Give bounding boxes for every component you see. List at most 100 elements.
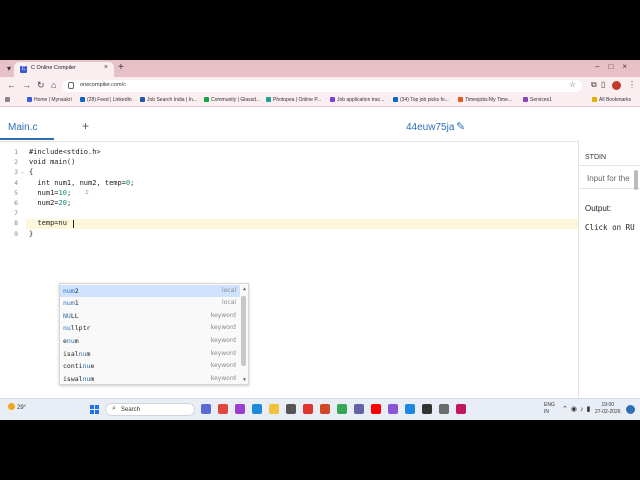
- suggestion-label: isalnum: [63, 350, 90, 358]
- search-label: Search: [121, 407, 141, 413]
- reload-icon[interactable]: ↻: [37, 80, 45, 91]
- bookmark-item[interactable]: Job Search India | In...: [140, 97, 197, 103]
- window-controls[interactable]: –□×: [595, 62, 636, 71]
- address-bar[interactable]: onecompiler.com/c ☆: [62, 80, 582, 92]
- stdin-input[interactable]: Input for the: [579, 165, 640, 189]
- code-line[interactable]: num2=20;: [29, 199, 71, 207]
- file-tab-main[interactable]: Main.c: [8, 122, 37, 133]
- suggestion-label: enum: [63, 337, 79, 345]
- line-number: 1: [14, 148, 18, 156]
- browser-icon[interactable]: [235, 404, 245, 414]
- tab-close-icon[interactable]: ×: [104, 64, 108, 71]
- extensions-icon[interactable]: ⧉: [591, 80, 597, 90]
- explorer-icon[interactable]: [269, 404, 279, 414]
- autocomplete-item[interactable]: isalnum keyword: [60, 348, 240, 361]
- app-icon[interactable]: [405, 404, 415, 414]
- weather-widget[interactable]: 29°: [8, 403, 26, 411]
- code-text: ;: [66, 188, 72, 197]
- language-indicator[interactable]: ENG IN: [544, 402, 555, 416]
- scroll-down-icon[interactable]: ▼: [243, 377, 246, 383]
- scroll-up-icon[interactable]: ▲: [243, 286, 246, 292]
- bookmark-star-icon[interactable]: ☆: [569, 80, 576, 89]
- browser-tab[interactable]: C C Online Compiler ×: [14, 62, 114, 77]
- new-tab-button[interactable]: +: [118, 62, 124, 73]
- autocomplete-item[interactable]: num2 local: [60, 284, 240, 297]
- terminal-icon[interactable]: [422, 404, 432, 414]
- code-line[interactable]: }: [29, 230, 33, 238]
- forward-icon[interactable]: →: [22, 80, 31, 90]
- active-line-highlight: [26, 219, 578, 229]
- suggestion-kind: keyword: [210, 362, 236, 370]
- bookmark-item[interactable]: Community | Glassd...: [204, 97, 260, 103]
- suggestion-label: num2: [63, 287, 79, 295]
- bookmark-item[interactable]: Timesjobs:My Time...: [458, 97, 512, 103]
- fold-icon[interactable]: ⌄: [21, 169, 24, 175]
- autocomplete-popup[interactable]: num2 local num1 local NULL keyword nullptr keyw…: [59, 283, 249, 385]
- all-bookmarks[interactable]: All Bookmarks: [592, 97, 631, 103]
- autocomplete-item[interactable]: continue keyword: [60, 360, 240, 373]
- spotify-icon[interactable]: [456, 404, 466, 414]
- edit-pencil-icon[interactable]: ✎: [456, 120, 465, 133]
- teams-icon[interactable]: [354, 404, 364, 414]
- chrome-alt-icon[interactable]: [337, 404, 347, 414]
- taskbar-search[interactable]: ⌕ Search: [105, 403, 195, 416]
- autocomplete-item[interactable]: enum keyword: [60, 335, 240, 348]
- photos-icon[interactable]: [388, 404, 398, 414]
- page-scrollbar[interactable]: [634, 170, 638, 190]
- system-tray-icons[interactable]: ⌃◉♪▮: [562, 405, 593, 413]
- suggestion-part: 1: [74, 299, 79, 308]
- youtube-icon[interactable]: [371, 404, 381, 414]
- site-info-icon[interactable]: [68, 82, 74, 89]
- widgets-icon[interactable]: [201, 404, 211, 414]
- code-line[interactable]: temp=nu: [29, 219, 67, 227]
- output-label: Output:: [585, 204, 612, 213]
- code-line[interactable]: {: [29, 168, 33, 176]
- autocomplete-item[interactable]: num1 local: [60, 297, 240, 310]
- add-file-button[interactable]: +: [82, 119, 89, 133]
- profile-avatar[interactable]: [612, 81, 621, 90]
- suggestion-part: iswal: [63, 374, 83, 383]
- code-line[interactable]: #include<stdio.h>: [29, 148, 101, 156]
- home-icon[interactable]: ⌂: [51, 80, 56, 90]
- bookmark-item[interactable]: Photopea | Online P...: [266, 97, 321, 103]
- office-icon[interactable]: [320, 404, 330, 414]
- store-icon[interactable]: [286, 404, 296, 414]
- line-number: 7: [14, 209, 18, 218]
- bookmark-item[interactable]: (34) Top job picks fo...: [393, 97, 449, 103]
- apps-icon[interactable]: [5, 97, 12, 103]
- bookmark-item[interactable]: Job application trac...: [330, 97, 384, 103]
- autocomplete-item[interactable]: NULL keyword: [60, 310, 240, 323]
- line-number-gutter: 1 2 3 4 5 6 7 8 9 ⌄: [0, 142, 26, 420]
- edge-icon[interactable]: [252, 404, 262, 414]
- code-line[interactable]: int num1, num2, temp=0;: [29, 179, 134, 187]
- settings-icon[interactable]: [439, 404, 449, 414]
- start-button[interactable]: [90, 405, 99, 414]
- screen: ▾ C C Online Compiler × + –□× ← → ↻ ⌂ on…: [0, 60, 640, 420]
- bookmark-item[interactable]: Home | Mynaukri: [27, 97, 72, 103]
- windows-taskbar: 29° ⌕ Search ENG IN ⌃◉♪▮ 19:00 27-02-202…: [0, 398, 640, 420]
- suggestion-part: conti: [63, 362, 83, 371]
- autocomplete-scrollbar[interactable]: [241, 296, 246, 366]
- io-panel: STDIN Input for the Output: Click on RU: [578, 140, 640, 420]
- suggestion-label: num1: [63, 299, 79, 307]
- suggestion-part: m: [86, 349, 91, 358]
- bookmark-item[interactable]: Services1: [523, 97, 552, 103]
- bookmark-item[interactable]: (28) Feed | LinkedIn: [80, 97, 132, 103]
- chrome-icon[interactable]: [218, 404, 228, 414]
- code-line[interactable]: void main(): [29, 158, 75, 166]
- autocomplete-item[interactable]: nullptr keyword: [60, 322, 240, 335]
- sidebar-icon[interactable]: ▯: [601, 80, 605, 89]
- suggestion-part: LL: [70, 311, 79, 320]
- mail-icon[interactable]: [303, 404, 313, 414]
- menu-icon[interactable]: ⋮: [628, 80, 636, 89]
- clock[interactable]: 19:00 27-02-2026: [595, 402, 621, 416]
- back-icon[interactable]: ←: [7, 80, 16, 90]
- clock-date: 27-02-2026: [595, 409, 621, 415]
- autocomplete-item[interactable]: iswalnum keyword: [60, 373, 240, 386]
- suggestion-part: e: [90, 362, 95, 371]
- mouse-cursor-icon: ⌶: [85, 189, 89, 196]
- code-text: int num1, num2, temp=: [29, 178, 126, 187]
- code-line[interactable]: num1=10;: [29, 189, 71, 197]
- project-name[interactable]: 44euw75ja: [406, 122, 454, 133]
- notification-icon[interactable]: [626, 405, 635, 414]
